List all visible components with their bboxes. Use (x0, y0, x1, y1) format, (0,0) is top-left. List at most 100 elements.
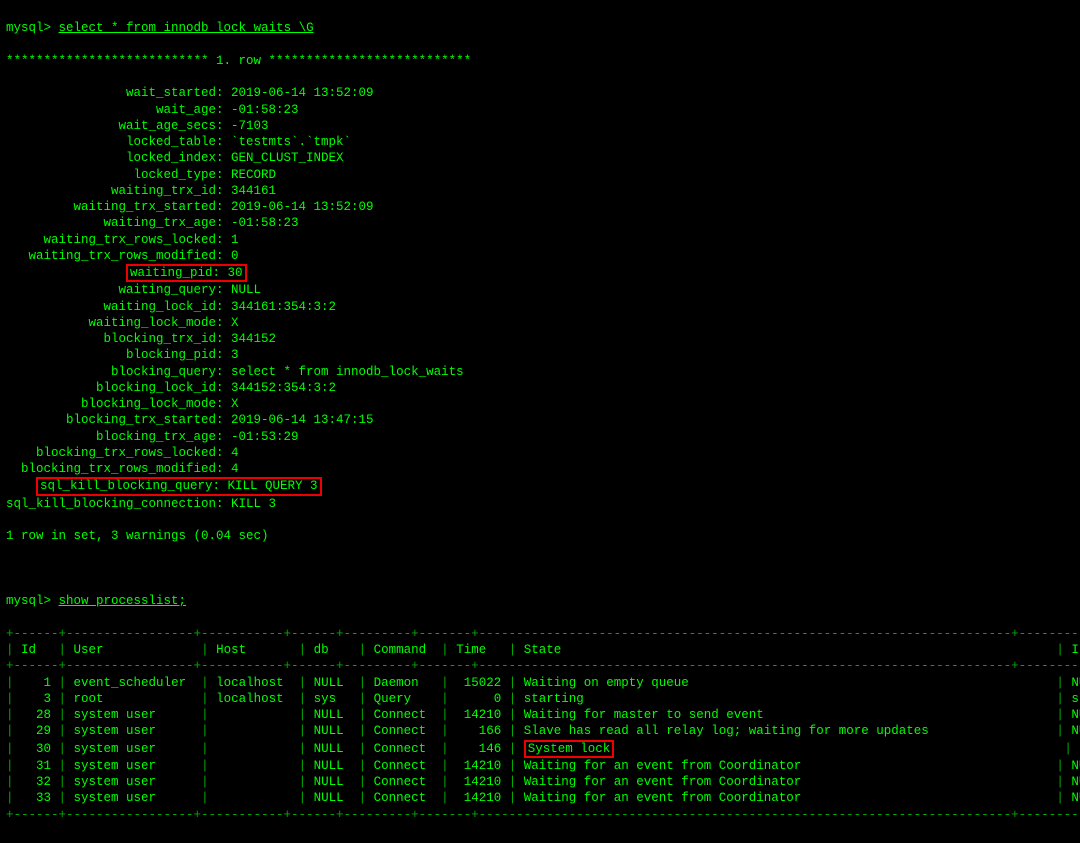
cell-db: sys (314, 692, 352, 706)
cell-db: NULL (314, 759, 352, 773)
processlist-table: +------+-----------------+-----------+--… (6, 626, 1074, 823)
cell-user: system user (74, 759, 194, 773)
kv-sql_kill_blocking_query: sql_kill_blocking_query: KILL QUERY 3 (6, 477, 1074, 495)
kv-wait_started: wait_started: 2019-06-14 13:52:09 (6, 85, 1074, 101)
cell-state: System lock (524, 742, 1057, 756)
cell-id: 32 (21, 775, 51, 789)
cell-host (216, 742, 291, 756)
kv-locked_type: locked_type: RECORD (6, 167, 1074, 183)
cell-info: NULL (1071, 708, 1080, 722)
cell-time: 0 (456, 692, 501, 706)
cell-id: 31 (21, 759, 51, 773)
cell-command: Connect (374, 775, 434, 789)
prompt-line-2[interactable]: mysql> show processlist; (6, 593, 1074, 609)
cell-command: Daemon (374, 676, 434, 690)
cell-info: NULL (1071, 724, 1080, 738)
cell-command: Connect (374, 791, 434, 805)
cell-info: NULL (1071, 791, 1080, 805)
query-2: show processlist; (59, 594, 187, 608)
result-footer: 1 row in set, 3 warnings (0.04 sec) (6, 528, 1074, 544)
cell-host (216, 724, 291, 738)
table-row: | 1 | event_scheduler | localhost | NULL… (6, 675, 1074, 691)
cell-time: 14210 (456, 759, 501, 773)
cell-db: NULL (314, 708, 352, 722)
col-db: db (314, 643, 352, 657)
highlight-waiting-pid: waiting_pid: 30 (126, 264, 247, 282)
cell-db: NULL (314, 742, 352, 756)
cell-command: Connect (374, 742, 434, 756)
cell-host: localhost (216, 692, 291, 706)
table-row: | 32 | system user | | NULL | Connect | … (6, 774, 1074, 790)
table-row: | 31 | system user | | NULL | Connect | … (6, 758, 1074, 774)
cell-time: 14210 (456, 708, 501, 722)
cell-db: NULL (314, 724, 352, 738)
cell-info: NULL (1071, 676, 1080, 690)
cell-command: Connect (374, 759, 434, 773)
cell-user: system user (74, 775, 194, 789)
kv-waiting_lock_mode: waiting_lock_mode: X (6, 315, 1074, 331)
cell-state: Waiting for an event from Coordinator (524, 791, 1049, 805)
cell-host (216, 759, 291, 773)
kv-blocking_trx_id: blocking_trx_id: 344152 (6, 331, 1074, 347)
cell-info: NULL (1071, 775, 1080, 789)
kv-waiting_pid: waiting_pid: 30 (6, 264, 1074, 282)
cell-user: system user (74, 791, 194, 805)
cell-id: 30 (21, 742, 51, 756)
cell-host (216, 708, 291, 722)
cell-user: event_scheduler (74, 676, 194, 690)
cell-host: localhost (216, 676, 291, 690)
table-divider: +------+-----------------+-----------+--… (6, 626, 1074, 642)
kv-blocking_query: blocking_query: select * from innodb_loc… (6, 364, 1074, 380)
cell-state: Slave has read all relay log; waiting fo… (524, 724, 1049, 738)
kv-waiting_trx_rows_locked: waiting_trx_rows_locked: 1 (6, 232, 1074, 248)
cell-state: Waiting for master to send event (524, 708, 1049, 722)
highlight-kill-query: sql_kill_blocking_query: KILL QUERY 3 (36, 477, 322, 495)
kv-blocking_trx_rows_modified: blocking_trx_rows_modified: 4 (6, 461, 1074, 477)
kv-blocking_trx_age: blocking_trx_age: -01:53:29 (6, 429, 1074, 445)
cell-id: 3 (21, 692, 51, 706)
kv-locked_table: locked_table: `testmts`.`tmpk` (6, 134, 1074, 150)
table-row: | 3 | root | localhost | sys | Query | 0… (6, 691, 1074, 707)
mysql-prompt: mysql> (6, 594, 51, 608)
cell-user: system user (74, 724, 194, 738)
cell-user: system user (74, 708, 194, 722)
cell-command: Connect (374, 708, 434, 722)
kv-wait_age_secs: wait_age_secs: -7103 (6, 118, 1074, 134)
cell-state: Waiting on empty queue (524, 676, 1049, 690)
cell-db: NULL (314, 775, 352, 789)
cell-db: NULL (314, 676, 352, 690)
cell-host (216, 791, 291, 805)
col-command: Command (374, 643, 434, 657)
cell-info: show proc (1071, 692, 1080, 706)
cell-host (216, 775, 291, 789)
col-user: User (74, 643, 194, 657)
cell-id: 33 (21, 791, 51, 805)
kv-locked_index: locked_index: GEN_CLUST_INDEX (6, 150, 1074, 166)
table-row: | 33 | system user | | NULL | Connect | … (6, 790, 1074, 806)
cell-command: Connect (374, 724, 434, 738)
highlight-system-lock: System lock (524, 740, 615, 758)
cell-state: starting (524, 692, 1049, 706)
cell-state: Waiting for an event from Coordinator (524, 759, 1049, 773)
kv-blocking_lock_id: blocking_lock_id: 344152:354:3:2 (6, 380, 1074, 396)
table-row: | 29 | system user | | NULL | Connect | … (6, 723, 1074, 739)
kv-wait_age: wait_age: -01:58:23 (6, 102, 1074, 118)
col-info: Info (1071, 643, 1080, 657)
kv-blocking_trx_started: blocking_trx_started: 2019-06-14 13:47:1… (6, 412, 1074, 428)
mysql-prompt: mysql> (6, 21, 51, 35)
kv-sql_kill_blocking_connection: sql_kill_blocking_connection: KILL 3 (6, 496, 1074, 512)
kv-waiting_trx_age: waiting_trx_age: -01:58:23 (6, 215, 1074, 231)
cell-user: root (74, 692, 194, 706)
kv-waiting_trx_id: waiting_trx_id: 344161 (6, 183, 1074, 199)
prompt-line[interactable]: mysql> select * from innodb_lock_waits \… (6, 20, 1074, 36)
kv-blocking_lock_mode: blocking_lock_mode: X (6, 396, 1074, 412)
kv-waiting_trx_started: waiting_trx_started: 2019-06-14 13:52:09 (6, 199, 1074, 215)
cell-id: 1 (21, 676, 51, 690)
table-divider: +------+-----------------+-----------+--… (6, 807, 1074, 823)
kv-waiting_trx_rows_modified: waiting_trx_rows_modified: 0 (6, 248, 1074, 264)
cell-time: 15022 (456, 676, 501, 690)
kv-list: wait_started: 2019-06-14 13:52:09 wait_a… (6, 85, 1074, 512)
cell-time: 166 (456, 724, 501, 738)
table-header-row: | Id | User | Host | db | Command | Time… (6, 642, 1074, 658)
kv-waiting_query: waiting_query: NULL (6, 282, 1074, 298)
